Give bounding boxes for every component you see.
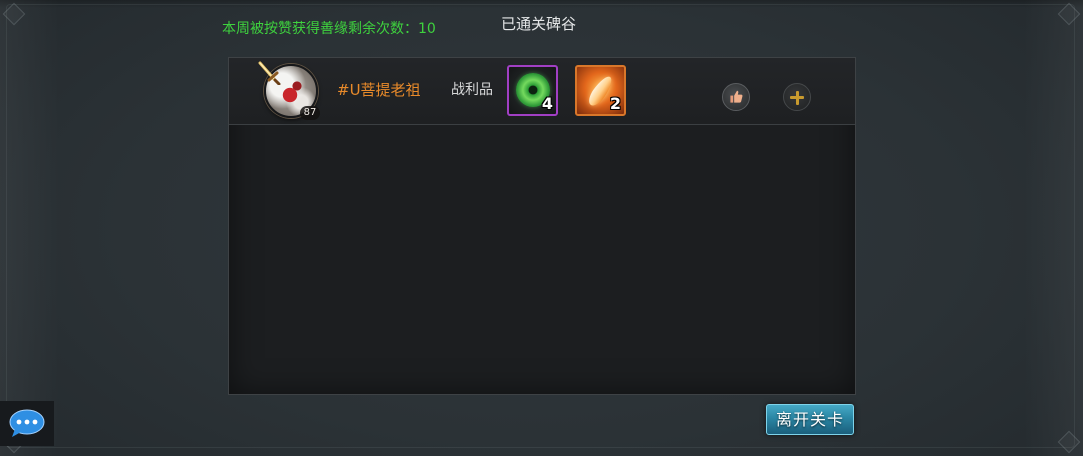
results-panel: 87 #U菩提老祖 战利品 4 2	[228, 57, 856, 395]
item-count: 4	[541, 94, 553, 113]
chat-button[interactable]	[0, 401, 54, 446]
sword-icon	[255, 59, 281, 86]
level-badge: 87	[300, 106, 320, 120]
plus-icon	[795, 90, 799, 105]
player-row: 87 #U菩提老祖 战利品 4 2	[229, 58, 855, 125]
like-button[interactable]	[722, 83, 750, 111]
thumbs-up-icon	[730, 90, 743, 103]
loot-label: 战利品	[451, 82, 493, 98]
chat-bubble-icon	[9, 409, 45, 437]
level-complete-screen: 本周被按赞获得善缘剩余次数：10 已通关碑谷 87 #U菩提老祖 战利品 4 2…	[0, 0, 1083, 456]
loot-item[interactable]: 4	[507, 65, 558, 116]
player-name: #U菩提老祖	[337, 81, 421, 99]
item-count: 2	[609, 94, 621, 113]
leave-level-button[interactable]: 离开关卡	[766, 404, 854, 435]
weekly-likes-remaining-text: 本周被按赞获得善缘剩余次数：10	[222, 21, 436, 37]
loot-item[interactable]: 2	[575, 65, 626, 116]
add-friend-button[interactable]	[783, 83, 811, 111]
page-title: 已通关碑谷	[501, 15, 577, 33]
